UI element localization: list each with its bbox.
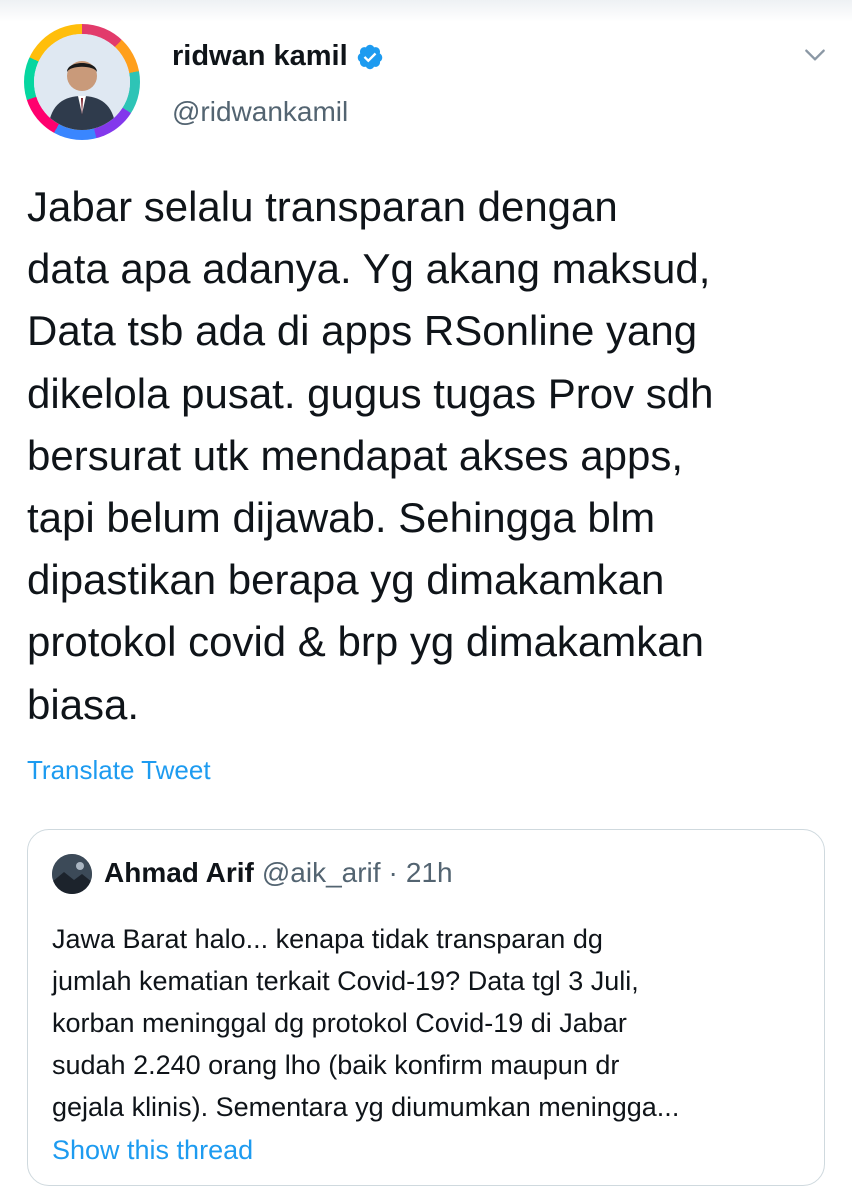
- tweet-text: Jabar selalu transparan dengan data apa …: [27, 183, 714, 728]
- author-avatar-photo: [34, 34, 130, 130]
- quoted-tweet-text: Jawa Barat halo... kenapa tidak transpar…: [52, 924, 680, 1122]
- chevron-down-icon[interactable]: [802, 42, 828, 68]
- quoted-tweet-card[interactable]: Ahmad Arif @aik_arif · 21h Jawa Barat ha…: [27, 829, 825, 1186]
- author-avatar[interactable]: [24, 24, 140, 140]
- quoted-author-handle: @aik_arif: [261, 857, 381, 888]
- quoted-author-name: Ahmad Arif: [104, 857, 254, 888]
- top-scroll-edge: [0, 0, 852, 22]
- author-handle[interactable]: @ridwankamil: [172, 96, 348, 128]
- quoted-author-avatar: [52, 854, 92, 894]
- quoted-tweet-header: Ahmad Arif @aik_arif · 21h: [104, 857, 453, 889]
- translate-tweet-link[interactable]: Translate Tweet: [27, 755, 211, 786]
- person-silhouette-icon: [34, 34, 130, 130]
- tweet-header: ridwan kamil @ridwankamil: [24, 24, 834, 144]
- landscape-photo-icon: [52, 854, 92, 894]
- verified-badge-icon: [357, 44, 382, 69]
- header-separator: ·: [388, 857, 398, 888]
- author-name-row: ridwan kamil: [172, 40, 384, 73]
- author-display-name[interactable]: ridwan kamil: [172, 40, 348, 73]
- show-thread-link[interactable]: Show this thread: [52, 1135, 253, 1166]
- quoted-tweet-time: 21h: [405, 857, 453, 888]
